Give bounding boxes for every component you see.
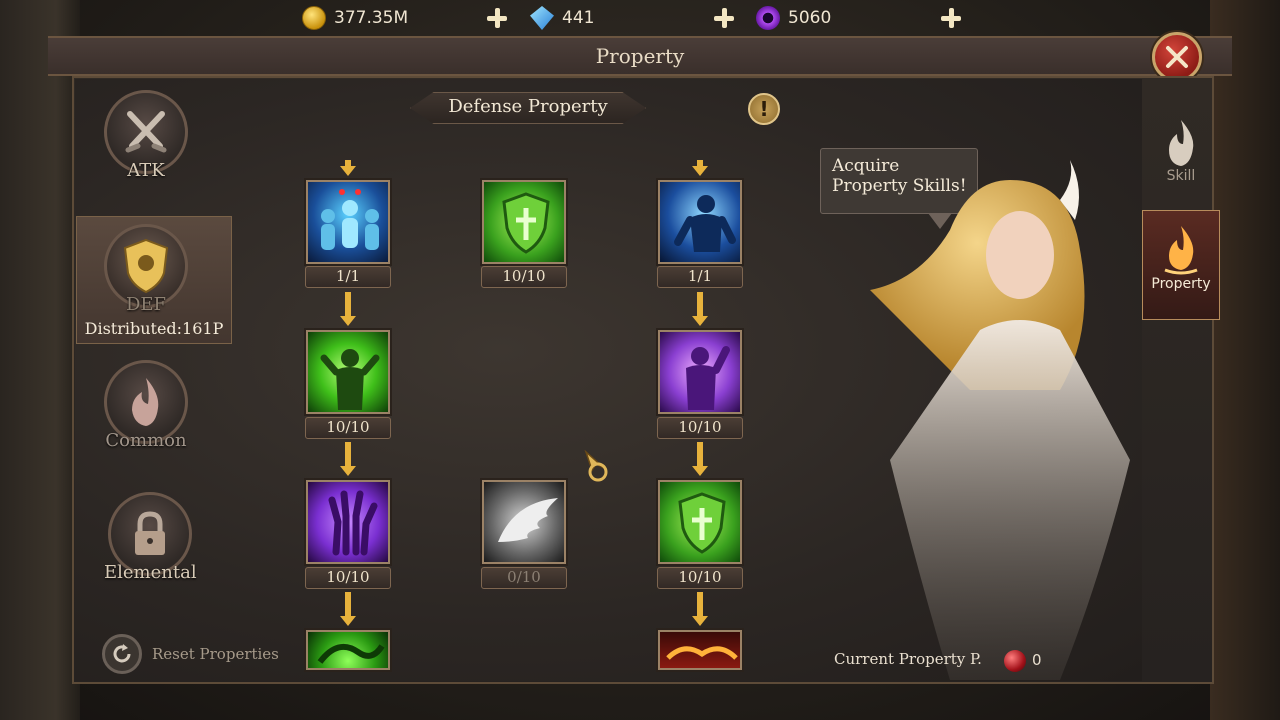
scene-right <box>1210 0 1280 720</box>
crossed-swords-icon <box>125 111 167 153</box>
node-level: 0/10 <box>481 567 567 589</box>
arrow-down-icon <box>340 160 356 176</box>
flexing-figure-icon <box>686 346 730 410</box>
add-crystal-button[interactable] <box>940 7 962 29</box>
tab-atk[interactable]: ATK <box>104 90 188 181</box>
lock-icon <box>135 511 166 555</box>
close-button[interactable] <box>1152 32 1202 82</box>
crystal-amount: 5060 <box>788 8 832 28</box>
tab-def[interactable]: DEF <box>104 224 188 315</box>
close-icon <box>1166 46 1188 68</box>
add-gold-button[interactable] <box>486 7 508 29</box>
gold-coin-icon <box>302 6 326 30</box>
current-property-value: 0 <box>1032 651 1042 669</box>
node-level: 1/1 <box>657 266 743 288</box>
shield-icon <box>123 238 169 294</box>
arrow-down-icon <box>692 442 708 476</box>
arrow-down-icon <box>692 292 708 326</box>
tab-atk-label: ATK <box>127 160 165 181</box>
tab-elemental[interactable]: Elemental <box>104 492 197 583</box>
skill-node-serpent[interactable] <box>306 630 390 670</box>
green-shield-icon <box>502 192 550 254</box>
node-level: 1/1 <box>305 266 391 288</box>
section-title: Defense Property <box>448 96 608 117</box>
tab-elemental-label: Elemental <box>104 562 197 583</box>
property-orb-icon <box>1004 650 1026 672</box>
tab-common[interactable]: Common <box>104 360 188 451</box>
arrow-down-icon <box>340 442 356 476</box>
distributed-points: Distributed:161P <box>84 319 224 338</box>
crest-icon <box>666 646 738 660</box>
arrow-down-icon <box>340 592 356 626</box>
skill-node-fury[interactable] <box>658 330 742 414</box>
tab-common-label: Common <box>105 430 187 451</box>
wing-icon <box>498 498 558 542</box>
scene-left <box>0 0 80 720</box>
current-property-label: Current Property P. <box>834 650 982 668</box>
skill-node-crest[interactable] <box>658 630 742 670</box>
gold-currency: 377.35M <box>302 6 408 30</box>
skill-node-strength[interactable] <box>306 330 390 414</box>
serpent-icon <box>317 643 385 664</box>
skill-node-grasp[interactable] <box>306 480 390 564</box>
flame-icon <box>132 378 159 426</box>
crystal-currency: 5060 <box>756 6 831 30</box>
game-cursor-icon <box>584 450 608 482</box>
reset-properties-button[interactable]: Reset Properties <box>102 634 279 674</box>
reset-emblem <box>102 634 142 674</box>
side-tab-property-label: Property <box>1151 276 1211 292</box>
side-tab-skill[interactable]: Skill <box>1146 118 1216 184</box>
node-level: 10/10 <box>305 567 391 589</box>
skill-node-brute[interactable] <box>658 180 742 264</box>
reset-icon <box>113 644 131 663</box>
arrow-down-icon <box>340 292 356 326</box>
node-level: 10/10 <box>657 417 743 439</box>
skill-node-shield[interactable] <box>482 180 566 264</box>
skill-flame-icon <box>1169 120 1194 166</box>
diamond-currency: 441 <box>530 6 594 30</box>
diamond-amount: 441 <box>562 8 595 28</box>
brute-figure-icon <box>674 195 736 252</box>
skill-node-clones[interactable] <box>306 180 390 264</box>
diamond-icon <box>530 6 554 30</box>
green-shield-icon <box>678 492 726 554</box>
node-level: 10/10 <box>657 567 743 589</box>
strong-man-icon <box>320 349 380 410</box>
node-level: 10/10 <box>305 417 391 439</box>
info-button[interactable]: ! <box>748 93 780 125</box>
property-flame-icon <box>1164 226 1198 275</box>
side-tab-property[interactable]: Property <box>1146 224 1216 292</box>
skill-node-shield-2[interactable] <box>658 480 742 564</box>
window-title: Property <box>595 44 685 68</box>
reset-label: Reset Properties <box>152 645 279 663</box>
tab-def-label: DEF <box>125 294 167 315</box>
node-level: 10/10 <box>481 266 567 288</box>
exclamation-icon: ! <box>759 97 769 121</box>
claw-hand-icon <box>328 490 378 556</box>
currency-bar: 377.35M 441 5060 <box>290 0 990 36</box>
crystal-icon <box>756 6 780 30</box>
window-titlebar: Property <box>48 36 1232 76</box>
gold-amount: 377.35M <box>334 8 409 28</box>
side-tab-skill-label: Skill <box>1166 168 1196 184</box>
skill-node-wing-locked[interactable] <box>482 480 566 564</box>
clone-figures-icon <box>321 189 379 250</box>
character-portrait <box>870 160 1130 680</box>
arrow-down-icon <box>692 160 708 176</box>
arrow-down-icon <box>692 592 708 626</box>
add-diamond-button[interactable] <box>713 7 735 29</box>
